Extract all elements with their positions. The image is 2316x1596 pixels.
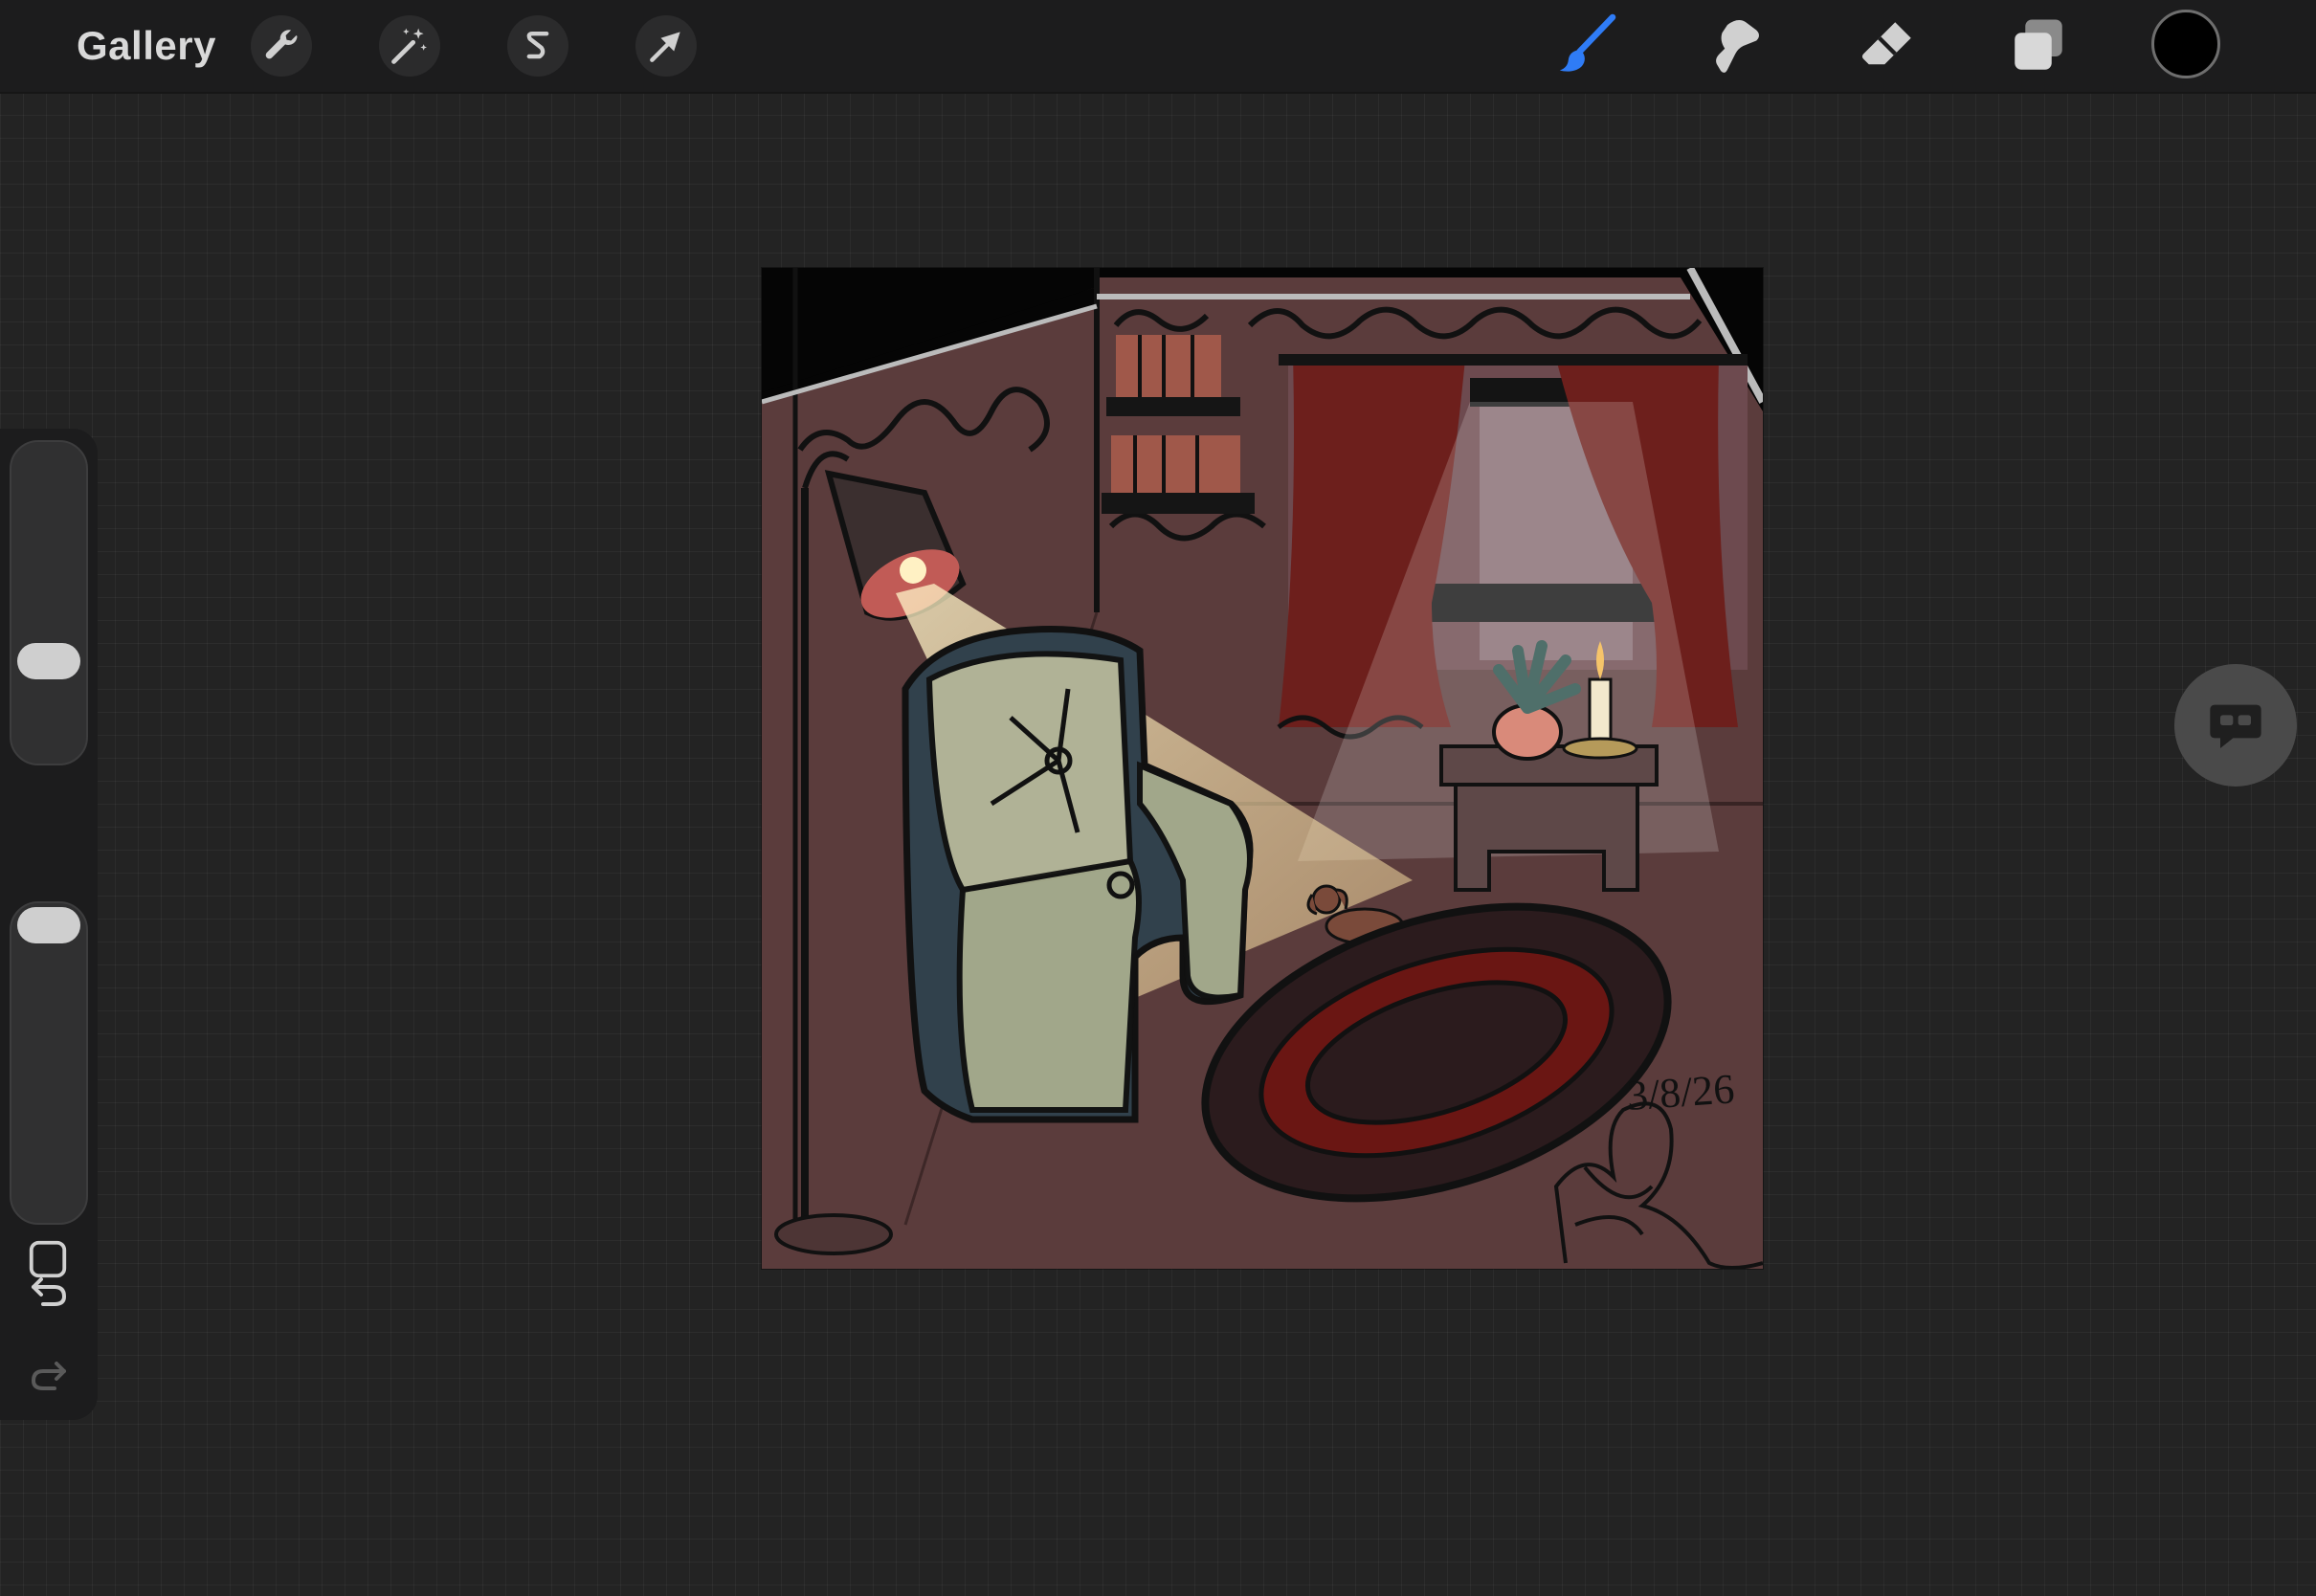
selection-s-icon bbox=[526, 31, 549, 59]
speech-bubble-icon bbox=[2210, 704, 2261, 748]
left-sidebar bbox=[0, 429, 98, 1420]
brush-size-knob[interactable] bbox=[17, 643, 80, 679]
wrench-icon bbox=[265, 30, 298, 59]
layers-button[interactable] bbox=[2002, 10, 2075, 82]
eraser-tool-button[interactable] bbox=[1851, 10, 1924, 82]
layers-icon bbox=[2015, 19, 2062, 70]
arrow-cursor-icon bbox=[650, 32, 680, 62]
date-signature: 3/8/26 bbox=[1625, 1065, 1736, 1119]
feedback-button[interactable] bbox=[2174, 664, 2297, 787]
adjustments-button[interactable] bbox=[379, 15, 440, 77]
smudge-tool-button[interactable] bbox=[1702, 10, 1774, 82]
selection-button[interactable] bbox=[507, 15, 568, 77]
smudge-icon bbox=[1716, 20, 1759, 73]
artwork-illustration: 3/8/26 bbox=[761, 266, 1767, 1270]
transform-button[interactable] bbox=[635, 15, 697, 77]
brush-icon bbox=[1559, 13, 1616, 72]
redo-button[interactable] bbox=[19, 1345, 78, 1405]
opacity-slider[interactable] bbox=[10, 901, 88, 1225]
drawing-canvas[interactable]: 3/8/26 bbox=[761, 266, 1767, 1270]
undo-arrow-icon bbox=[32, 1277, 67, 1306]
color-picker-button[interactable] bbox=[2151, 10, 2220, 78]
undo-button[interactable] bbox=[19, 1261, 78, 1320]
opacity-knob[interactable] bbox=[17, 907, 80, 943]
magic-wand-icon bbox=[391, 28, 427, 64]
gallery-button[interactable]: Gallery bbox=[77, 19, 216, 73]
actions-button[interactable] bbox=[251, 15, 312, 77]
top-toolbar: Gallery bbox=[0, 0, 2316, 94]
redo-arrow-icon bbox=[31, 1362, 66, 1390]
brush-size-slider[interactable] bbox=[10, 440, 88, 765]
eraser-icon bbox=[1861, 22, 1911, 65]
brush-tool-button[interactable] bbox=[1550, 10, 1623, 82]
